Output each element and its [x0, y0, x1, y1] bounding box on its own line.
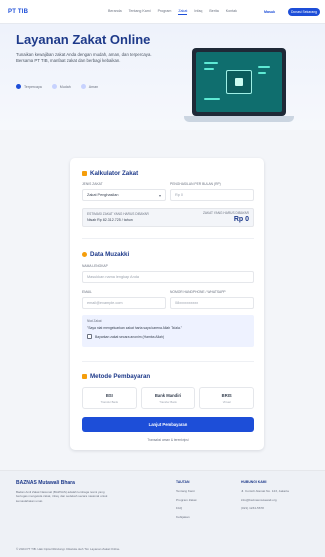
- footer-link[interactable]: Kebijakan: [176, 515, 196, 519]
- nav-home[interactable]: Beranda: [108, 9, 122, 15]
- zakat-amount: Rp 0: [233, 216, 249, 223]
- address-text: Jl. Contoh Alamat No. 123, Jakarta: [241, 489, 289, 493]
- name-label: NAMA LENGKAP: [82, 264, 108, 268]
- phone-label: NOMOR HANDPHONE / WHATSAPP: [170, 290, 226, 294]
- nav-news[interactable]: Berita: [209, 9, 218, 15]
- zakat-type-select[interactable]: Zakat Penghasilan ▾: [82, 189, 166, 201]
- secure-note: Transaksi aman & terenkripsi: [147, 438, 189, 442]
- niat-label: Niat Zakat: [87, 319, 102, 323]
- email-input[interactable]: email@example.com: [82, 297, 166, 309]
- main-nav: Beranda Tentang Kami Program Zakat Infaq…: [108, 9, 237, 15]
- check-icon: [16, 84, 21, 89]
- anonymous-checkbox[interactable]: [87, 334, 92, 339]
- page-title: Layanan Zakat Online: [16, 32, 151, 47]
- nav-contact[interactable]: Kontak: [226, 9, 237, 15]
- niat-box: Niat Zakat "Saya niat mengeluarkan zakat…: [82, 315, 254, 347]
- email-link[interactable]: info@baznasmutawali.org: [241, 498, 289, 502]
- footer-brand: BAZNAS Mutawali Bhara: [16, 480, 75, 486]
- email-label: EMAIL: [82, 290, 92, 294]
- calculator-icon: [82, 171, 87, 176]
- nav-program[interactable]: Program: [158, 9, 172, 15]
- login-link[interactable]: Masuk: [264, 10, 275, 14]
- nisab-text: Nisab Rp 82.312.725 / tahun: [87, 218, 133, 222]
- zakat-result-box: ESTIMASI ZAKAT YANG HARUS DIBAYAR Nisab …: [82, 208, 254, 227]
- income-input[interactable]: Rp 0: [170, 189, 254, 201]
- top-navbar: PT TIB Beranda Tentang Kami Program Zaka…: [0, 0, 325, 24]
- nav-infaq[interactable]: Infaq: [194, 9, 202, 15]
- stat-safe: Aman: [80, 84, 98, 89]
- qr-icon: [226, 70, 252, 94]
- nav-about[interactable]: Tentang Kami: [129, 9, 151, 15]
- anonymous-option[interactable]: Bayarkan zakat secara anonim (Hamba Alla…: [87, 334, 164, 339]
- phone-text: (021) 1234-5678: [241, 506, 264, 510]
- user-icon: [82, 252, 87, 257]
- income-label: PENGHASILAN PER BULAN (RP): [170, 182, 221, 186]
- hero-description: Tunaikan kewajiban zakat Anda dengan mud…: [16, 52, 152, 63]
- copyright: © 2024 PT TIB. Hak Cipta Dilindungi. Dik…: [16, 547, 121, 551]
- footer-contact: HUBUNGI KAMI Jl. Contoh Alamat No. 123, …: [241, 480, 289, 510]
- logo[interactable]: PT TIB: [8, 9, 28, 15]
- payment-option-mandiri[interactable]: Bank Mandiri Transfer Bank: [140, 387, 196, 409]
- footer-links: TAUTAN Tentang Kami Program Zakat FAQ Ke…: [176, 480, 197, 519]
- hero-stats: Terpercaya Mudah Aman: [16, 84, 98, 89]
- divider: [82, 361, 254, 362]
- footer: BAZNAS Mutawali Bhara Badan Amil Zakat N…: [0, 470, 325, 557]
- check-icon: [80, 84, 86, 89]
- donate-now-button[interactable]: Donasi Sekarang: [288, 8, 320, 16]
- wallet-icon: [82, 374, 87, 379]
- niat-text: "Saya niat mengeluarkan zakat harta saya…: [87, 326, 182, 330]
- calculator-title: Kalkulator Zakat: [82, 170, 138, 177]
- payment-title: Metode Pembayaran: [82, 373, 150, 380]
- laptop-illustration: [184, 48, 294, 126]
- payment-methods: BSI Transfer Bank Bank Mandiri Transfer …: [82, 387, 255, 409]
- proceed-payment-button[interactable]: Lanjut Pembayaran: [82, 417, 254, 432]
- check-icon: [51, 84, 57, 89]
- stat-easy: Mudah: [51, 84, 71, 89]
- payment-option-bsi[interactable]: BSI Transfer Bank: [82, 387, 137, 409]
- nav-zakat[interactable]: Zakat: [178, 9, 188, 15]
- footer-link[interactable]: FAQ: [176, 506, 196, 510]
- payment-option-bris[interactable]: BRIS Virtual: [199, 387, 255, 409]
- chevron-down-icon: ▾: [158, 192, 161, 198]
- zakat-type-label: JENIS ZAKAT: [82, 182, 103, 186]
- divider: [82, 238, 254, 239]
- footer-description: Badan Amil Zakat Nasional (BAZNAS) adala…: [16, 490, 108, 503]
- phone-input[interactable]: 08xxxxxxxxxx: [170, 297, 254, 309]
- name-input[interactable]: Masukkan nama lengkap Anda: [82, 271, 254, 283]
- donor-title: Data Muzakki: [82, 251, 129, 258]
- footer-link[interactable]: Program Zakat: [176, 498, 196, 502]
- stat-trusted: Terpercaya: [16, 84, 42, 89]
- footer-link[interactable]: Tentang Kami: [176, 489, 196, 493]
